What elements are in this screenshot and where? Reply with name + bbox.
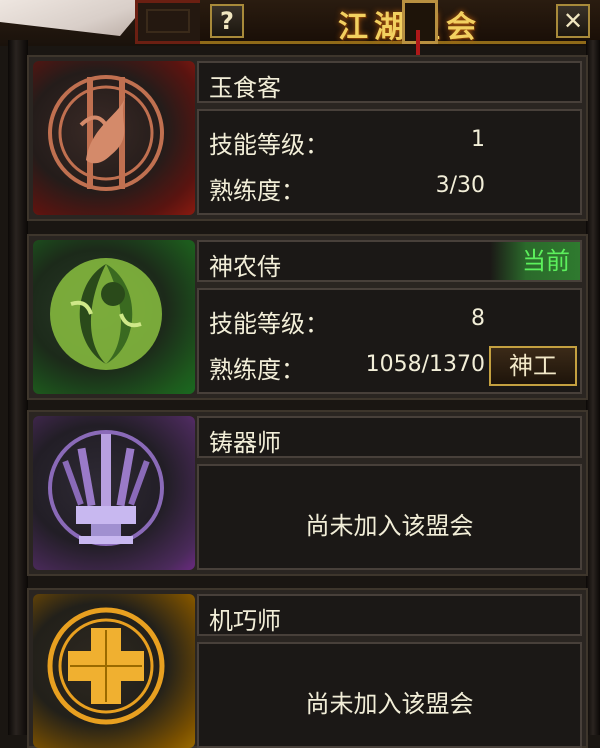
- guild-panel-cook[interactable]: 玉食客 技能等级： 1 熟练度： 3/30: [27, 55, 588, 221]
- not-joined-status: 尚未加入该盟会: [305, 690, 474, 718]
- skill-level-value: 1: [471, 127, 485, 152]
- current-guild-badge: 当前: [490, 242, 580, 280]
- guild-name-bar: 铸器师: [197, 416, 582, 458]
- right-frame: [586, 40, 600, 735]
- guild-emblem-cook: [33, 61, 195, 215]
- guild-emblem-smith: [33, 416, 195, 570]
- knot-ornament-icon: [402, 0, 438, 44]
- leaf-herb-icon: [50, 258, 162, 370]
- guild-emblem-herbalist: [33, 240, 195, 394]
- frame-corner-ornament: [135, 0, 205, 44]
- guild-name: 铸器师: [209, 429, 281, 457]
- guild-info-box: 技能等级： 8 熟练度： 1058/1370 神工: [197, 288, 582, 394]
- gear-cross-icon: [47, 607, 165, 725]
- skill-level-value: 8: [471, 306, 485, 331]
- proficiency-value: 1058/1370: [365, 352, 485, 377]
- close-button[interactable]: ✕: [556, 4, 590, 38]
- not-joined-status: 尚未加入该盟会: [305, 512, 474, 540]
- anvil-weapons-icon: [48, 430, 164, 546]
- guild-name-bar: 神农侍 当前: [197, 240, 582, 282]
- guild-name: 玉食客: [209, 74, 281, 102]
- guild-name-bar: 机巧师: [197, 594, 582, 636]
- guild-panel-herbalist[interactable]: 神农侍 当前 技能等级： 8 熟练度： 1058/1370 神工: [27, 234, 588, 400]
- divine-craft-button[interactable]: 神工: [489, 346, 577, 386]
- guild-info-box: 尚未加入该盟会: [197, 642, 582, 748]
- guild-panel-smith[interactable]: 铸器师 尚未加入该盟会: [27, 410, 588, 576]
- proficiency-value: 3/30: [435, 173, 485, 198]
- guild-emblem-mechanist: [33, 594, 195, 748]
- fish-dragon-icon: [48, 75, 164, 191]
- skill-level-label: 技能等级：: [209, 310, 329, 338]
- help-button[interactable]: ?: [210, 4, 244, 38]
- guild-name: 神农侍: [209, 253, 281, 281]
- proficiency-label: 熟练度：: [209, 356, 305, 384]
- guild-info-box: 尚未加入该盟会: [197, 464, 582, 570]
- skill-level-label: 技能等级：: [209, 131, 329, 159]
- proficiency-label: 熟练度：: [209, 177, 305, 205]
- left-frame: [8, 40, 28, 735]
- guild-panel-mechanist[interactable]: 机巧师 尚未加入该盟会: [27, 588, 588, 748]
- guild-info-box: 技能等级： 1 熟练度： 3/30: [197, 109, 582, 215]
- guild-name-bar: 玉食客: [197, 61, 582, 103]
- guild-name: 机巧师: [209, 607, 281, 635]
